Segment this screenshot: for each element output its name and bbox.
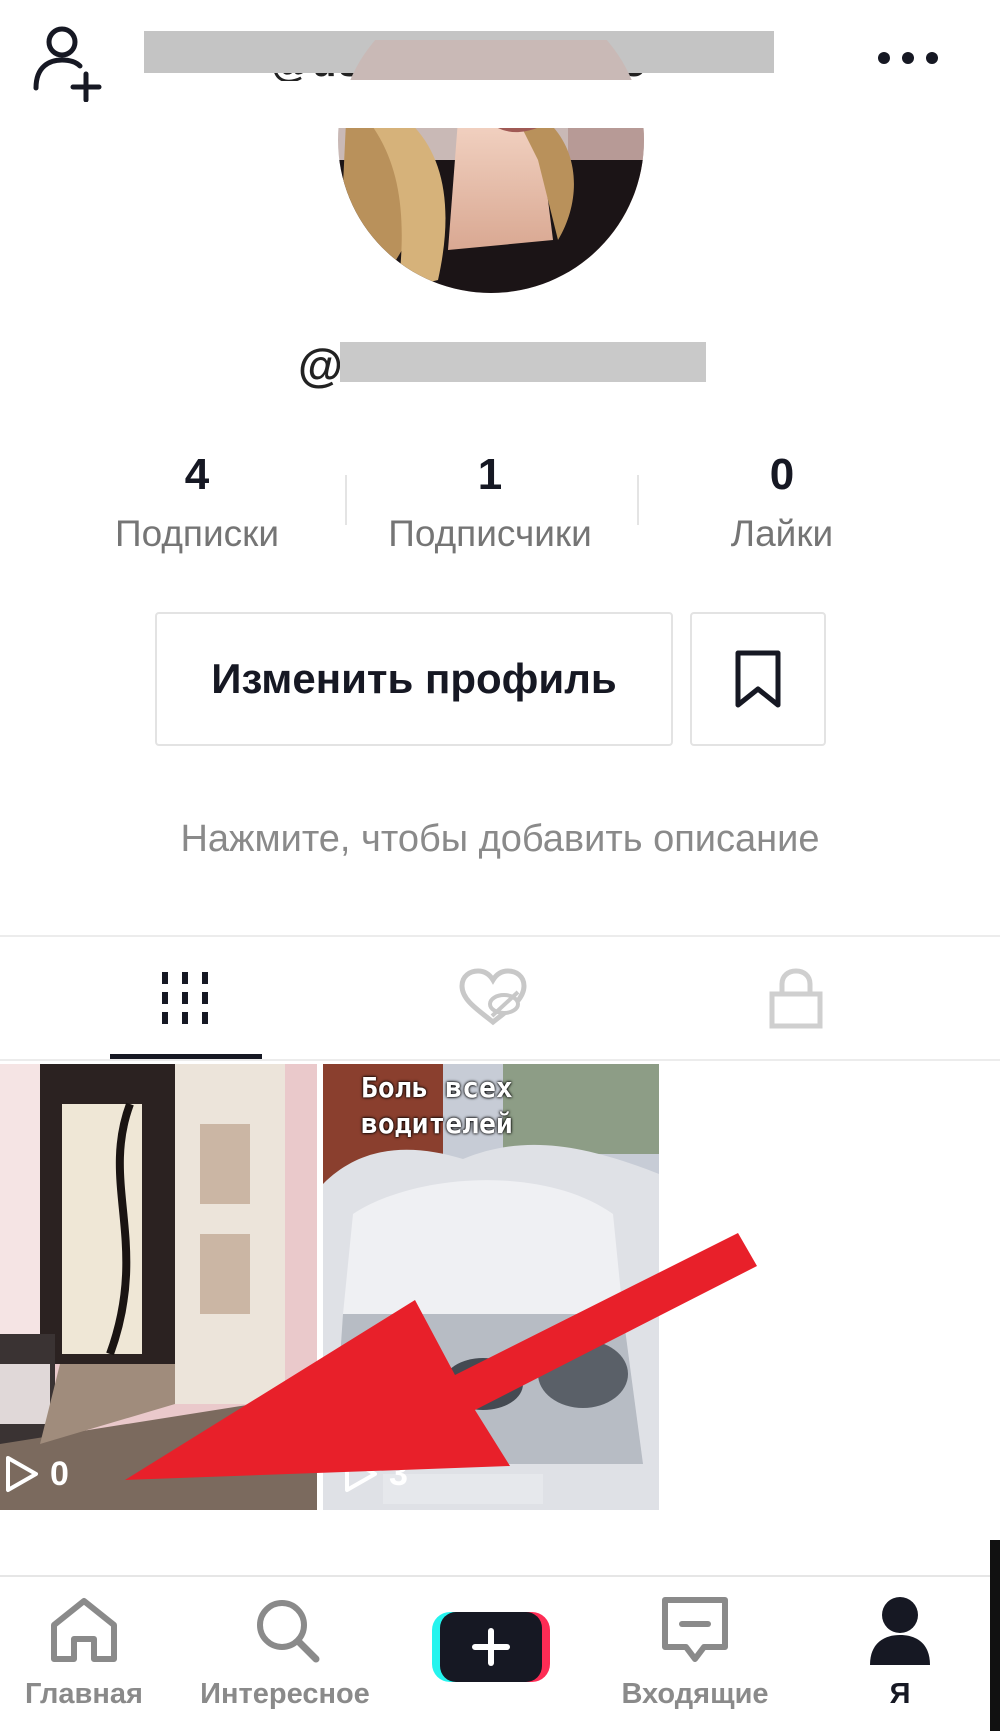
nav-item-home[interactable]: Главная <box>20 1595 148 1715</box>
plus-icon <box>472 1628 510 1666</box>
nav-divider <box>0 1575 1000 1577</box>
lock-icon[interactable] <box>768 968 824 1030</box>
bookmark-icon <box>735 650 781 708</box>
video-caption-line: водителей <box>361 1107 513 1140</box>
nav-label: Интересное <box>200 1678 370 1710</box>
likes-label[interactable]: Лайки <box>632 513 932 555</box>
likes-count[interactable]: 0 <box>652 450 912 500</box>
tabs-divider <box>0 935 1000 937</box>
nav-item-me[interactable]: Я <box>840 1595 960 1715</box>
inbox-icon <box>662 1597 728 1662</box>
annotation-arrow <box>125 1233 757 1480</box>
nav-label: Главная <box>25 1678 143 1710</box>
create-button[interactable] <box>432 1610 550 1690</box>
profile-icon <box>870 1597 930 1665</box>
video-caption: Боль всех водителей <box>361 1070 513 1142</box>
bio-placeholder[interactable]: Нажмите, чтобы добавить описание <box>0 818 1000 861</box>
followers-count[interactable]: 1 <box>360 450 620 500</box>
avatar[interactable] <box>338 40 645 293</box>
followers-label[interactable]: Подписчики <box>340 513 640 555</box>
home-icon <box>51 1598 117 1662</box>
username-redaction <box>340 342 706 382</box>
bookmark-button[interactable] <box>690 612 826 746</box>
grid-icon[interactable] <box>160 970 212 1026</box>
nav-item-discover[interactable]: Интересное <box>190 1595 380 1715</box>
liked-hidden-icon[interactable] <box>458 968 528 1028</box>
add-user-icon[interactable] <box>30 22 110 102</box>
avatar-top-mask <box>300 80 700 128</box>
tabs-divider <box>0 1059 1000 1061</box>
video-caption-line: Боль всех <box>361 1071 513 1104</box>
edit-profile-button[interactable]: Изменить профиль <box>155 612 673 746</box>
search-icon <box>257 1600 320 1663</box>
nav-item-inbox[interactable]: Входящие <box>610 1595 780 1715</box>
more-dots-icon[interactable] <box>876 48 940 68</box>
following-count[interactable]: 4 <box>67 450 327 500</box>
screen-edge <box>990 1540 1000 1731</box>
nav-label: Входящие <box>621 1678 769 1710</box>
nav-label: Я <box>889 1678 911 1710</box>
following-label[interactable]: Подписки <box>47 513 347 555</box>
